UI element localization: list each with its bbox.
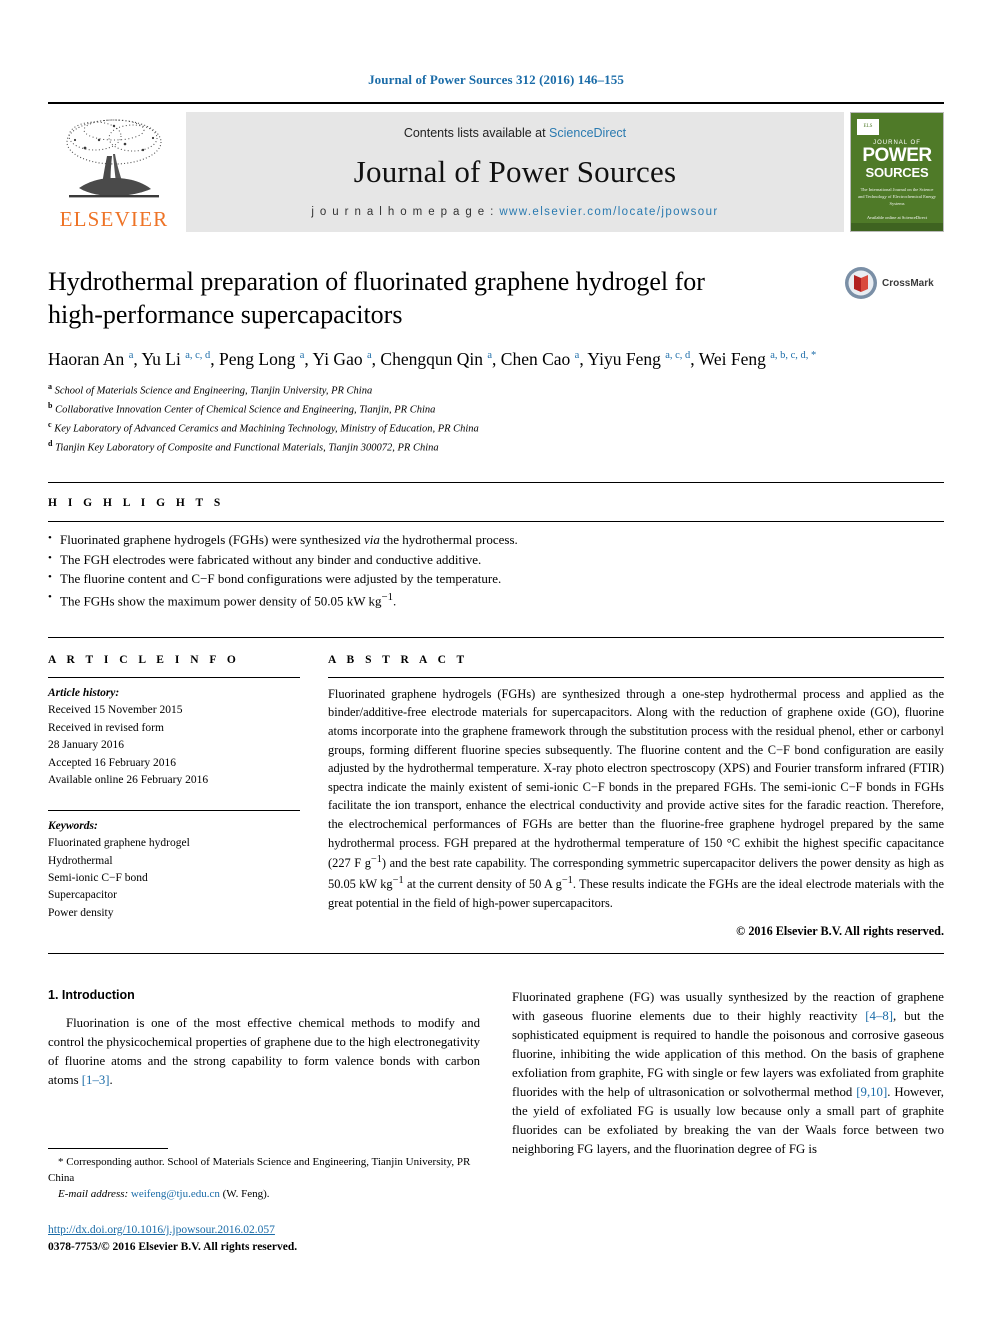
body-columns: 1. Introduction Fluorination is one of t… [48, 988, 944, 1158]
affiliation-item: d Tianjin Key Laboratory of Composite an… [48, 438, 944, 457]
title-block: Hydrothermal preparation of fluorinated … [48, 266, 944, 456]
article-page: Journal of Power Sources 312 (2016) 146–… [0, 0, 992, 1323]
homepage-label: j o u r n a l h o m e p a g e : [311, 206, 500, 218]
elsevier-tree-icon [66, 119, 162, 198]
journal-homepage-line: j o u r n a l h o m e p a g e : www.else… [311, 206, 718, 218]
abstract-heading: A B S T R A C T [328, 653, 469, 666]
keywords-rule [48, 809, 300, 811]
elsevier-logo: ELSEVIER [48, 112, 180, 232]
keyword-item: Semi-ionic C−F bond [48, 871, 148, 884]
list-item: The fluorine content and C−F bond config… [48, 569, 944, 589]
email-note: E-mail address: weifeng@tju.edu.cn (W. F… [48, 1187, 476, 1203]
affiliation-mark: a [48, 382, 52, 392]
affiliation-item: b Collaborative Innovation Center of Che… [48, 400, 944, 419]
article-info-rule [48, 676, 300, 678]
abstract-copyright: © 2016 Elsevier B.V. All rights reserved… [736, 924, 944, 939]
sciencedirect-link[interactable]: ScienceDirect [549, 126, 626, 140]
doi-link[interactable]: http://dx.doi.org/10.1016/j.jpowsour.201… [48, 1224, 275, 1236]
running-head: Journal of Power Sources 312 (2016) 146–… [368, 72, 624, 87]
abstract-column: A B S T R A C T Fluorinated graphene hyd… [328, 654, 944, 940]
contents-available-line: Contents lists available at ScienceDirec… [404, 126, 626, 140]
history-line: Received in revised form [48, 721, 164, 734]
keywords-block: Keywords: Fluorinated graphene hydrogel … [48, 818, 300, 923]
corresponding-author-note: * Corresponding author. School of Materi… [48, 1156, 471, 1184]
cover-line2: POWER [862, 145, 932, 166]
cover-elsevier-mark: ELS [857, 119, 879, 135]
email-label: E-mail address: [58, 1187, 129, 1200]
homepage-url[interactable]: www.elsevier.com/locate/jpowsour [499, 206, 718, 218]
crossmark-icon [845, 267, 877, 299]
email-suffix: (W. Feng). [222, 1187, 270, 1200]
author-list: Haoran An a, Yu Li a, c, d, Peng Long a,… [48, 349, 817, 369]
history-line: 28 January 2016 [48, 739, 125, 752]
affiliation-mark: d [48, 438, 53, 448]
email-link[interactable]: weifeng@tju.edu.cn [131, 1188, 220, 1200]
affiliation-item: c Key Laboratory of Advanced Ceramics an… [48, 419, 944, 438]
cover-bottom-bar [851, 223, 943, 231]
journal-masthead: ELSEVIER Contents lists available at Sci… [48, 102, 944, 232]
cover-footer: Available online at ScienceDirect [866, 214, 928, 220]
highlights-heading: H I G H L I G H T S [48, 497, 225, 510]
crossmark-label: CrossMark [882, 277, 934, 289]
article-history: Article history: Received 15 November 20… [48, 685, 300, 790]
history-line: Available online 26 February 2016 [48, 774, 209, 787]
affiliation-text: Tianjin Key Laboratory of Composite and … [55, 442, 439, 454]
body-column-right: Fluorinated graphene (FG) was usually sy… [512, 988, 944, 1158]
journal-band: Contents lists available at ScienceDirec… [186, 112, 844, 232]
journal-title: Journal of Power Sources [353, 154, 677, 189]
affiliation-text: Key Laboratory of Advanced Ceramics and … [54, 423, 479, 435]
keywords-label: Keywords: [48, 819, 98, 832]
doi-block: http://dx.doi.org/10.1016/j.jpowsour.201… [48, 1222, 488, 1257]
cover-subtitle: The International Journal on the Science… [858, 187, 936, 206]
body-column-left: 1. Introduction Fluorination is one of t… [48, 988, 480, 1158]
article-info-column: A R T I C L E I N F O Article history: R… [48, 654, 300, 940]
keyword-item: Supercapacitor [48, 889, 117, 902]
affiliation-list: a School of Materials Science and Engine… [48, 381, 944, 456]
keyword-item: Fluorinated graphene hydrogel [48, 837, 190, 850]
highlights-list: Fluorinated graphene hydrogels (FGHs) we… [48, 530, 944, 610]
section-heading-introduction: 1. Introduction [48, 988, 135, 1003]
article-info-heading: A R T I C L E I N F O [48, 653, 240, 666]
highlights-section: H I G H L I G H T S Fluorinated graphene… [48, 483, 944, 610]
affiliation-text: Collaborative Innovation Center of Chemi… [55, 404, 436, 416]
highlights-rule [48, 521, 944, 523]
intro-paragraph-right: Fluorinated graphene (FG) was usually sy… [512, 990, 944, 1156]
list-item: The FGHs show the maximum power density … [48, 589, 944, 611]
divider-below-abstract [48, 953, 944, 955]
keyword-item: Power density [48, 906, 114, 919]
keyword-item: Hydrothermal [48, 854, 113, 867]
elsevier-wordmark: ELSEVIER [59, 207, 169, 231]
affiliation-item: a School of Materials Science and Engine… [48, 381, 944, 400]
footnote-rule [48, 1148, 168, 1149]
affiliation-mark: c [48, 419, 52, 429]
cover-line3: SOURCES [865, 165, 929, 181]
article-history-label: Article history: [48, 686, 120, 699]
list-item: The FGH electrodes were fabricated witho… [48, 550, 944, 570]
history-line: Accepted 16 February 2016 [48, 756, 177, 769]
affiliation-mark: b [48, 401, 53, 411]
affiliation-text: School of Materials Science and Engineer… [54, 385, 373, 397]
info-abstract-section: A R T I C L E I N F O Article history: R… [48, 638, 944, 940]
page-title: Hydrothermal preparation of fluorinated … [48, 267, 705, 329]
crossmark-badge[interactable]: CrossMark [844, 266, 944, 300]
history-line: Received 15 November 2015 [48, 704, 183, 717]
list-item: Fluorinated graphene hydrogels (FGHs) we… [48, 530, 944, 550]
journal-cover-thumbnail: ELS JOURNAL OF POWER SOURCES The Interna… [850, 112, 944, 232]
footnote-block: * Corresponding author. School of Materi… [48, 1148, 476, 1203]
contents-prefix: Contents lists available at [403, 126, 550, 140]
intro-paragraph-left: Fluorination is one of the most effectiv… [48, 1016, 480, 1088]
abstract-text: Fluorinated graphene hydrogels (FGHs) ar… [328, 686, 945, 910]
abstract-rule [328, 676, 944, 678]
issn-copyright-line: 0378-7753/© 2016 Elsevier B.V. All right… [48, 1241, 298, 1254]
